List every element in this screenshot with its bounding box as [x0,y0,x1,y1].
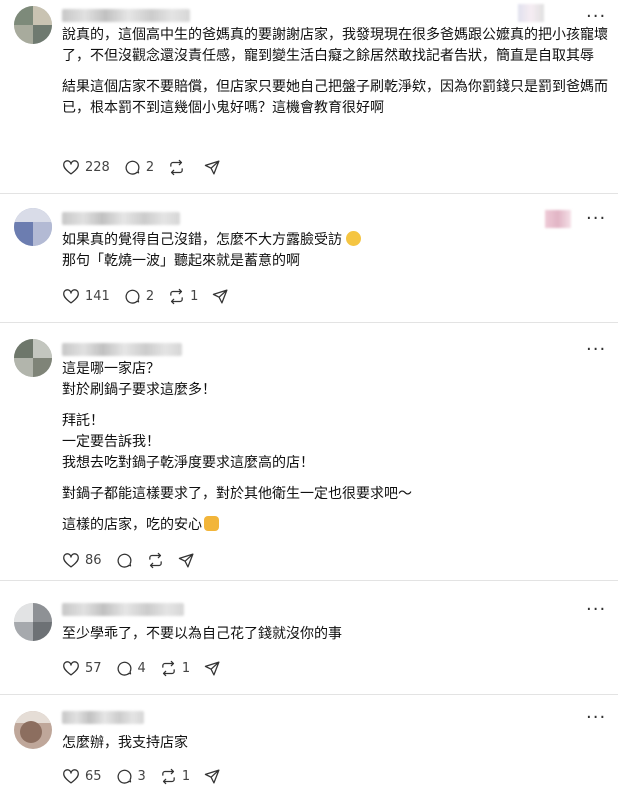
more-icon[interactable]: ··· [586,709,606,727]
reply-count: 3 [137,768,146,784]
like-count: 228 [85,159,110,175]
share-button[interactable] [204,660,221,677]
share-icon [213,288,228,304]
share-button[interactable] [204,768,221,785]
like-button[interactable]: 228 [62,159,110,175]
share-button[interactable] [204,159,221,176]
paragraph: 這樣的店家，吃的安心 [62,515,608,536]
reply-post: ··· 如果真的覺得自己沒錯，怎麼不大方露臉受訪 那句「乾燒一波」聽起來就是蓄意… [0,194,618,322]
username[interactable] [62,343,182,356]
avatar[interactable] [14,603,52,641]
share-button[interactable] [178,552,195,569]
more-icon[interactable]: ··· [586,601,606,619]
action-bar: 86 [62,550,209,570]
heart-icon [63,553,79,568]
reply-post: ··· 至少學乖了，不要以為自己花了錢就沒你的事 57 4 1 [0,581,618,693]
thumbs-up-emoji-icon [204,516,219,531]
share-icon [204,660,220,676]
like-count: 57 [85,660,102,676]
avatar[interactable] [14,711,52,749]
like-button[interactable]: 65 [62,768,102,784]
like-button[interactable]: 86 [62,552,102,568]
repost-button[interactable] [168,159,190,176]
reply-button[interactable]: 3 [116,768,146,785]
smile-emoji-icon [346,231,362,246]
repost-icon [148,552,162,568]
paragraph: 這是哪一家店？ 對於刷鍋子要求這麼多！ [62,361,216,398]
share-icon [204,768,220,784]
heart-icon [63,289,79,304]
repost-button[interactable] [147,552,164,569]
post-text: 如果真的覺得自己沒錯，怎麼不大方露臉受訪 那句「乾燒一波」聽起來就是蓄意的啊 [62,230,608,272]
username[interactable] [62,603,184,616]
repost-button[interactable]: 1 [168,288,198,305]
avatar[interactable] [14,6,52,44]
reply-post: ··· 這是哪一家店？ 對於刷鍋子要求這麼多！ 拜託！ 一定要告訴我！ 我想去吃… [0,323,618,579]
comment-icon [125,160,140,175]
comment-icon [117,661,132,676]
paragraph: 說真的，這個高中生的爸媽真的要謝謝店家，我發現現在很多爸媽跟公嬤真的把小孩寵壞了… [62,27,608,64]
repost-button[interactable]: 1 [160,768,190,785]
comment-icon [117,769,132,784]
reply-post: ··· 說真的，這個高中生的爸媽真的要謝謝店家，我發現現在很多爸媽跟公嬤真的把小… [0,0,618,192]
reply-count: 2 [145,288,155,304]
paragraph-text: 如果真的覺得自己沒錯，怎麼不大方露臉受訪 [62,232,342,248]
comment-icon [117,553,132,568]
comment-icon [125,289,140,304]
heart-icon [63,769,79,784]
paragraph: 如果真的覺得自己沒錯，怎麼不大方露臉受訪 [62,230,608,251]
post-text: 說真的，這個高中生的爸媽真的要謝謝店家，我發現現在很多爸媽跟公嬤真的把小孩寵壞了… [62,25,608,119]
repost-count: 1 [181,768,191,784]
share-button[interactable] [212,288,229,305]
repost-icon [162,660,175,676]
repost-button[interactable]: 1 [160,660,190,677]
reply-button[interactable] [116,552,133,569]
reply-button[interactable]: 2 [124,288,154,305]
repost-icon [162,768,175,784]
reply-count: 2 [145,159,155,175]
avatar[interactable] [14,339,52,377]
repost-icon [170,288,183,304]
username[interactable] [62,212,180,225]
paragraph: 怎麼辦，我支持店家 [62,735,188,751]
post-text: 怎麼辦，我支持店家 [62,733,608,754]
more-icon[interactable]: ··· [586,341,606,359]
repost-icon [170,159,183,175]
paragraph: 拜託！ 一定要告訴我！ 我想去吃對鍋子乾淨度要求這麼高的店！ [62,413,314,471]
repost-count: 1 [181,660,191,676]
repost-count: 1 [190,288,199,304]
post-text: 至少學乖了，不要以為自己花了錢就沒你的事 [62,624,608,645]
share-icon [178,552,194,568]
thumbnail [518,4,544,22]
action-bar: 141 2 1 [62,286,243,306]
more-icon[interactable]: ··· [586,8,606,26]
action-bar: 228 2 [62,157,235,177]
paragraph: 結果這個店家不要賠償，但店家只要她自己把盤子刷乾淨欸，因為你罰錢只是罰到爸媽而已… [62,79,608,116]
like-button[interactable]: 141 [62,288,110,304]
username[interactable] [62,9,190,22]
heart-icon [63,661,79,676]
share-icon [204,159,220,175]
username[interactable] [62,711,144,724]
like-count: 141 [85,288,110,304]
like-button[interactable]: 57 [62,660,102,676]
reply-button[interactable]: 2 [124,159,154,176]
reply-button[interactable]: 4 [116,660,146,677]
paragraph: 至少學乖了，不要以為自己花了錢就沒你的事 [62,626,342,642]
like-count: 86 [85,552,102,568]
like-count: 65 [85,768,102,784]
action-bar: 65 3 1 [62,766,235,786]
heart-icon [63,160,79,175]
thumbnail [545,210,571,228]
reply-post: ··· 怎麼辦，我支持店家 65 3 1 [0,695,618,795]
action-bar: 57 4 1 [62,658,235,678]
post-text: 這是哪一家店？ 對於刷鍋子要求這麼多！ 拜託！ 一定要告訴我！ 我想去吃對鍋子乾… [62,359,608,536]
paragraph: 對鍋子都能這樣要求了，對於其他衛生一定也很要求吧～ [62,486,412,502]
paragraph-text: 這樣的店家，吃的安心 [62,517,202,533]
reply-feed: ··· 說真的，這個高中生的爸媽真的要謝謝店家，我發現現在很多爸媽跟公嬤真的把小… [0,0,618,795]
more-icon[interactable]: ··· [586,210,606,228]
paragraph: 那句「乾燒一波」聽起來就是蓄意的啊 [62,253,300,269]
reply-count: 4 [137,660,146,676]
avatar[interactable] [14,208,52,246]
